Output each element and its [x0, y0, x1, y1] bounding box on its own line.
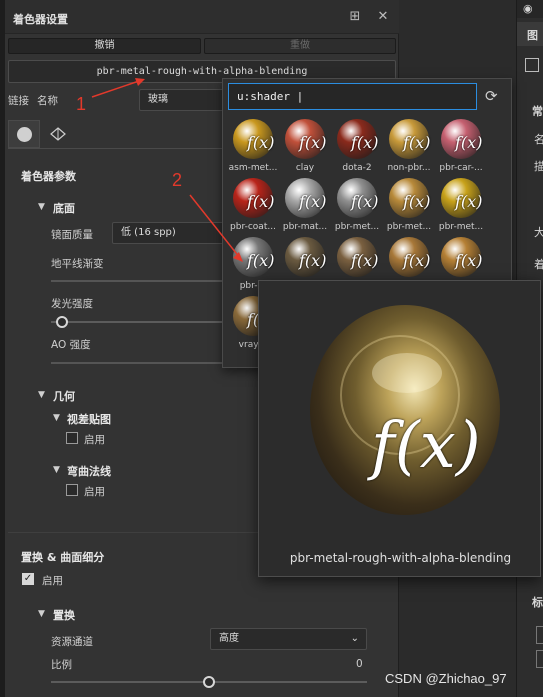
annotation-arrow-2: [189, 194, 241, 259]
annotation-arrowhead-1: [135, 78, 145, 86]
annotation-label-2: 2: [172, 170, 183, 190]
annotation-arrow-1: [91, 79, 143, 98]
watermark: CSDN @Zhichao_97: [385, 671, 507, 686]
annotation-label-1: 1: [76, 94, 87, 114]
annotation-arrowhead-2: [233, 252, 243, 262]
